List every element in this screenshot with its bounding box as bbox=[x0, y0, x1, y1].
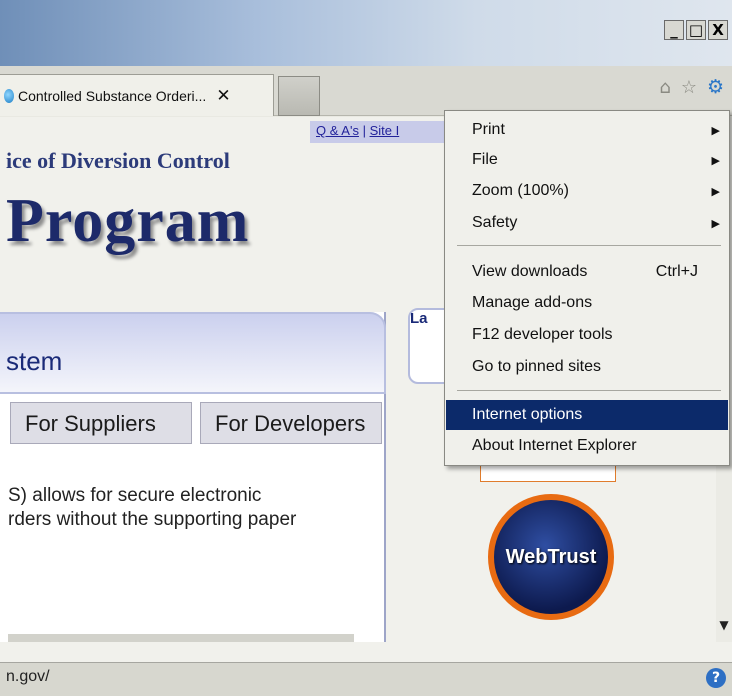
menu-item-label: Go to pinned sites bbox=[472, 358, 601, 375]
menu-item-shortcut: Ctrl+J bbox=[655, 263, 698, 280]
menu-item-manage-add-ons[interactable]: Manage add-ons bbox=[446, 288, 728, 318]
tab-title: Controlled Substance Orderi... bbox=[18, 87, 207, 104]
new-tab-button[interactable] bbox=[278, 76, 320, 116]
menu-separator bbox=[457, 245, 721, 246]
submenu-arrow-icon: ▶ bbox=[711, 124, 720, 137]
horizontal-scrollbar[interactable] bbox=[8, 634, 354, 642]
menu-item-label: Safety bbox=[472, 214, 518, 231]
description-line-1: S) allows for secure electronic bbox=[8, 485, 262, 506]
menu-item-label: View downloads bbox=[472, 263, 588, 280]
title-bar bbox=[0, 0, 732, 66]
ie-favicon-icon bbox=[4, 88, 14, 103]
site-link[interactable]: Site I bbox=[370, 123, 400, 138]
menu-item-f12-developer-tools[interactable]: F12 developer tools bbox=[446, 320, 728, 350]
menu-item-label: File bbox=[472, 151, 498, 168]
close-tab-icon[interactable]: ✕ bbox=[216, 86, 230, 106]
menu-item-about-internet-explorer[interactable]: About Internet Explorer bbox=[446, 431, 728, 461]
favorites-icon[interactable]: ☆ bbox=[681, 77, 697, 98]
description-line-2: rders without the supporting paper bbox=[8, 509, 297, 530]
menu-item-label: F12 developer tools bbox=[472, 326, 613, 343]
tab-for-suppliers[interactable]: For Suppliers bbox=[10, 402, 192, 444]
tools-menu: Print ▶ File ▶ Zoom (100%) ▶ Safety ▶ Vi… bbox=[444, 110, 730, 466]
submenu-arrow-icon: ▶ bbox=[711, 154, 720, 167]
menu-item-view-downloads[interactable]: View downloads Ctrl+J bbox=[446, 257, 728, 287]
office-title: ice of Diversion Control bbox=[6, 148, 230, 173]
menu-item-go-to-pinned-sites[interactable]: Go to pinned sites bbox=[446, 352, 728, 382]
status-url: n.gov/ bbox=[6, 668, 50, 685]
program-title: Program bbox=[6, 187, 250, 255]
submenu-arrow-icon: ▶ bbox=[711, 185, 720, 198]
system-title: stem bbox=[6, 346, 63, 376]
home-icon[interactable]: ⌂ bbox=[659, 77, 670, 98]
webtrust-seal-text: WebTrust bbox=[505, 545, 597, 568]
menu-item-label: Zoom (100%) bbox=[472, 182, 569, 199]
maximize-button[interactable]: □ bbox=[686, 20, 706, 40]
browser-tab-active[interactable]: Controlled Substance Orderi... ✕ bbox=[0, 74, 274, 116]
submenu-arrow-icon: ▶ bbox=[711, 217, 720, 230]
menu-item-internet-options[interactable]: Internet options bbox=[446, 400, 728, 430]
close-window-button[interactable]: X bbox=[708, 20, 728, 40]
scroll-down-icon[interactable]: ▼ bbox=[716, 618, 732, 640]
menu-item-file[interactable]: File ▶ bbox=[446, 145, 728, 175]
tab-for-developers[interactable]: For Developers bbox=[200, 402, 382, 444]
qa-link[interactable]: Q & A's bbox=[316, 123, 359, 138]
menu-item-safety[interactable]: Safety ▶ bbox=[446, 208, 728, 238]
gear-icon[interactable]: ⚙ bbox=[707, 76, 724, 98]
menu-item-label: Internet options bbox=[472, 406, 583, 423]
window-controls: _ □ X bbox=[664, 20, 728, 40]
command-icons: ⌂ ☆ ⚙ bbox=[659, 76, 724, 98]
menu-item-label: Print bbox=[472, 121, 505, 138]
description-text: S) allows for secure electronic rders wi… bbox=[8, 484, 378, 532]
status-bar bbox=[0, 662, 732, 696]
menu-item-zoom[interactable]: Zoom (100%) ▶ bbox=[446, 176, 728, 206]
menu-item-label: About Internet Explorer bbox=[472, 437, 637, 454]
menu-separator bbox=[457, 390, 721, 391]
top-links: Q & A's | Site I bbox=[310, 121, 450, 143]
menu-item-label: Manage add-ons bbox=[472, 294, 593, 311]
minimize-button[interactable]: _ bbox=[664, 20, 684, 40]
latest-label: La bbox=[410, 310, 428, 327]
webtrust-seal[interactable]: WebTrust bbox=[488, 494, 614, 620]
menu-item-print[interactable]: Print ▶ bbox=[446, 115, 728, 145]
help-icon[interactable]: ? bbox=[706, 668, 726, 688]
